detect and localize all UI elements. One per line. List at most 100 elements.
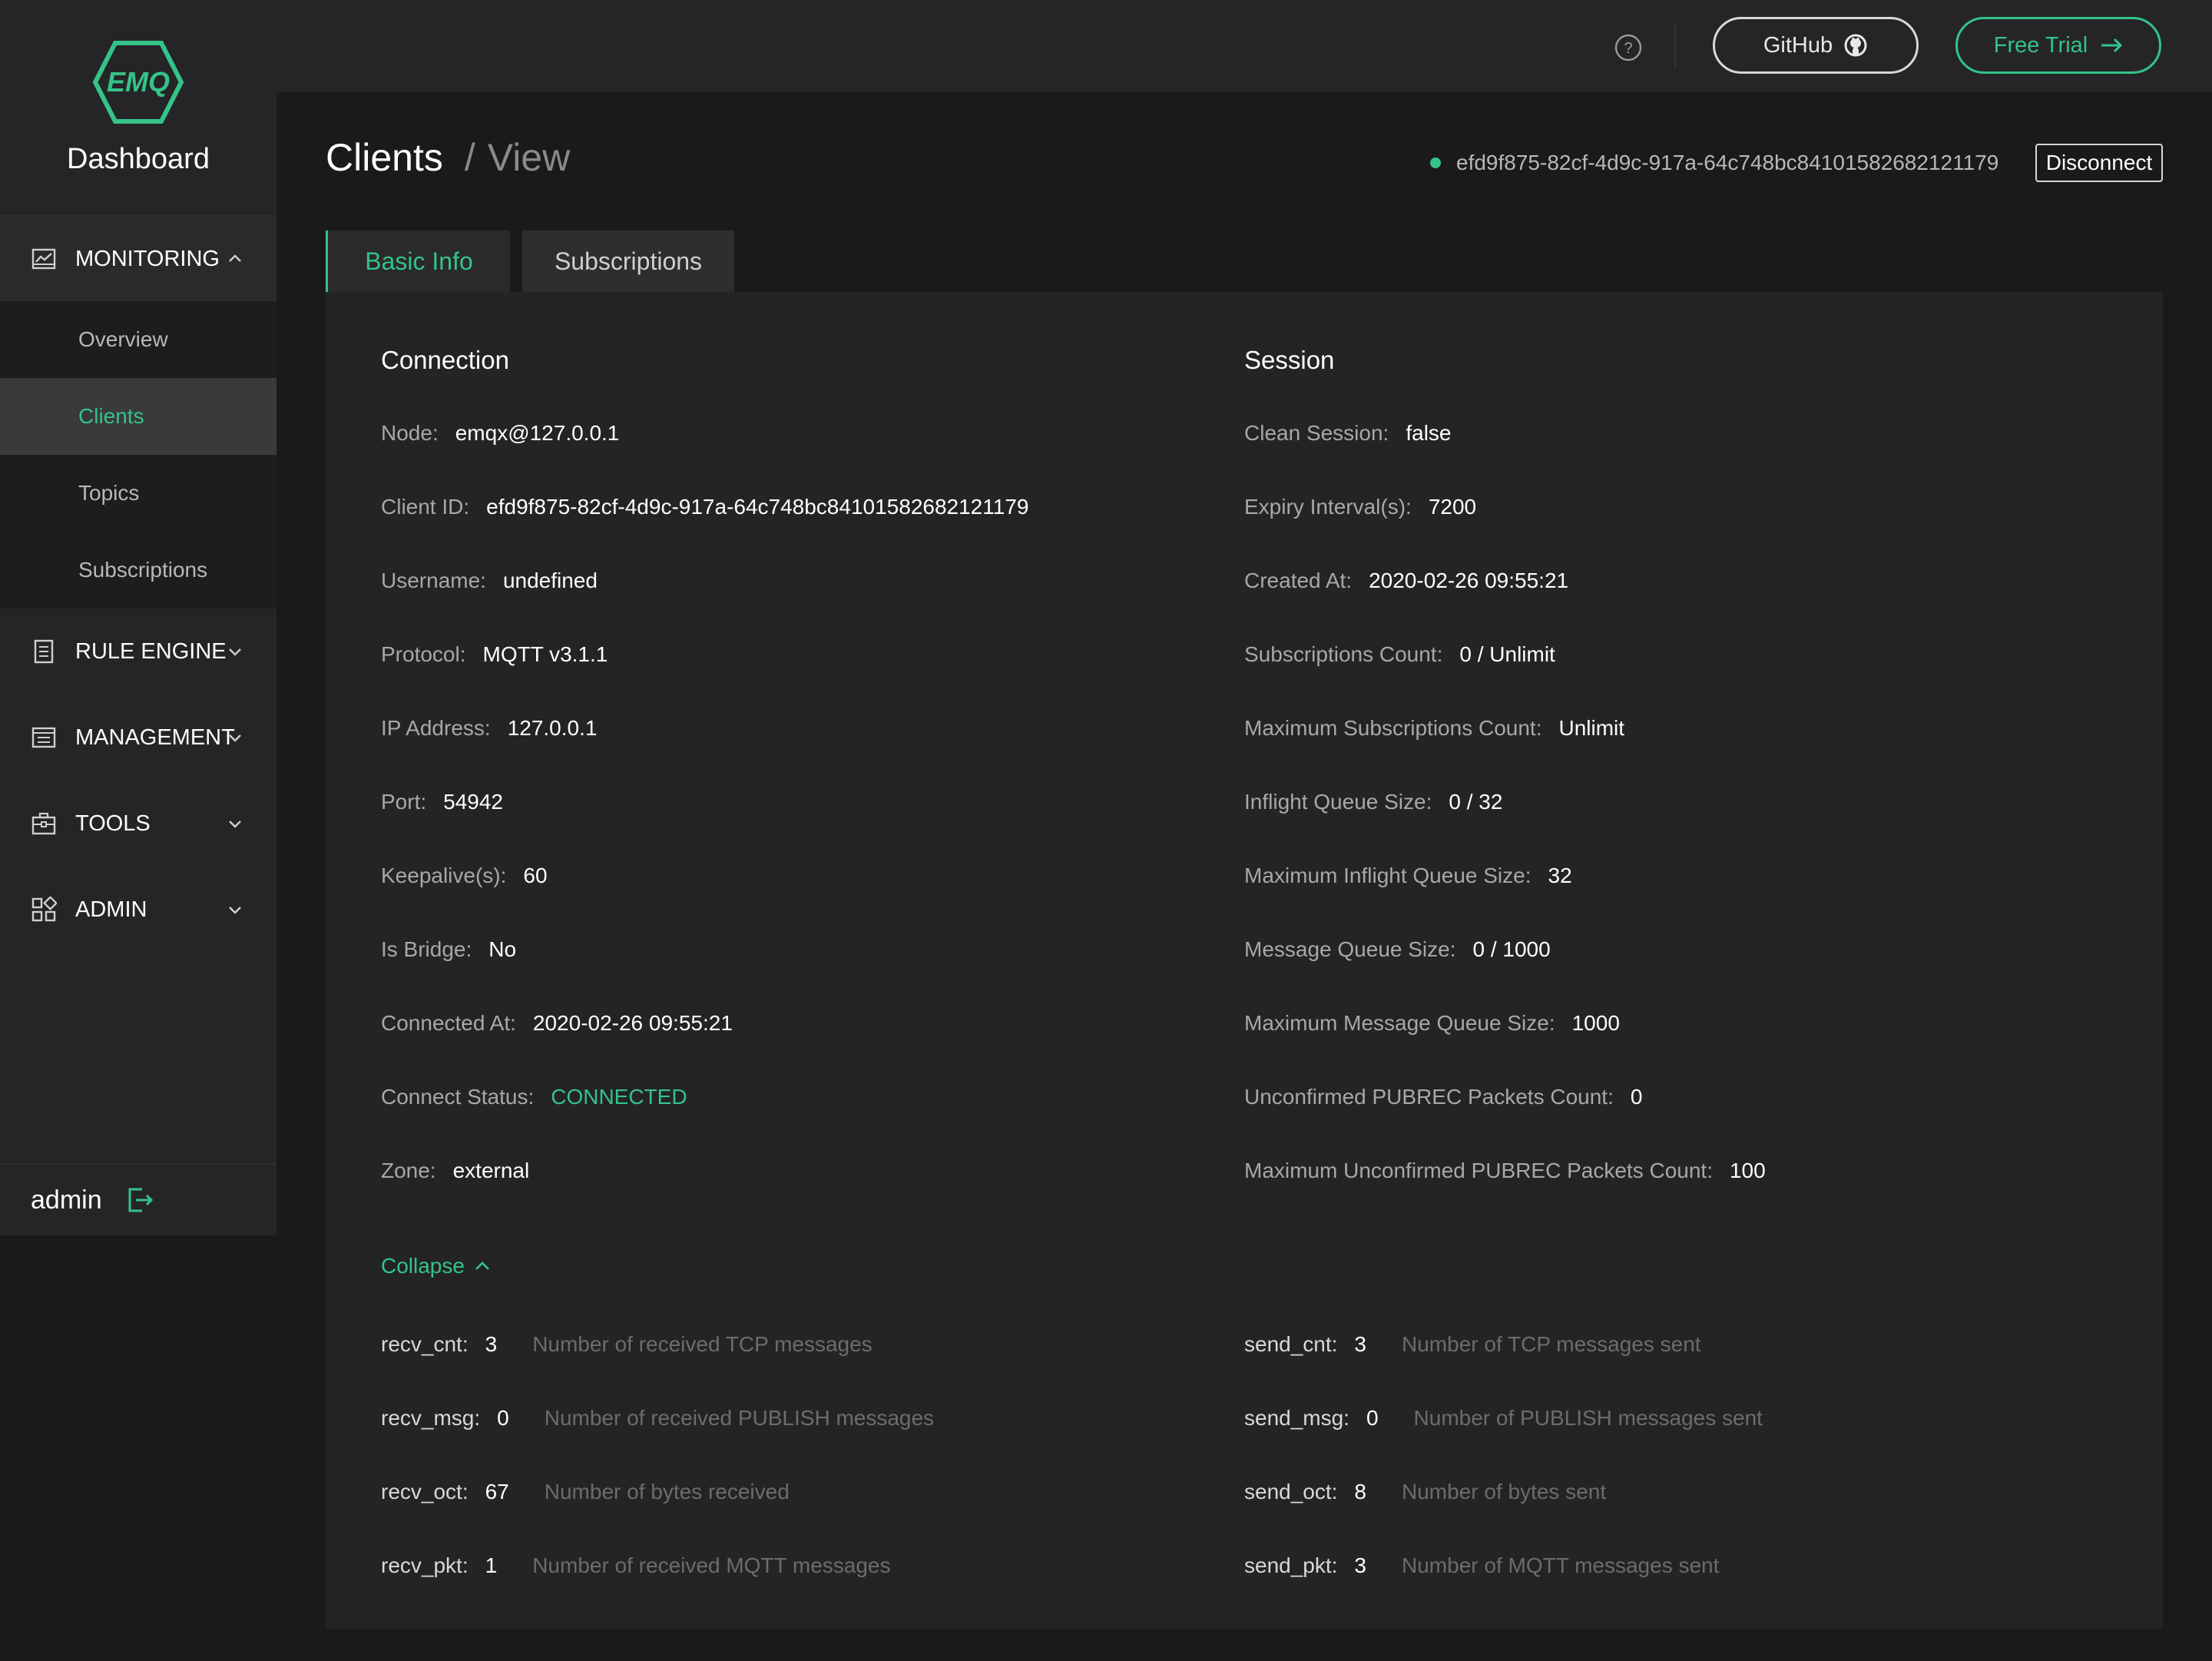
metric-recv-cnt: recv_cnt: 3 Number of received TCP message… — [381, 1332, 873, 1357]
field-value: 2020-02-26 09:55:21 — [532, 1011, 733, 1035]
menu-tools-label: TOOLS — [75, 811, 151, 836]
collapse-toggle[interactable]: Collapse — [381, 1254, 491, 1278]
metric-desc: Number of received TCP messages — [532, 1332, 873, 1356]
field-label: Subscriptions Count: — [1244, 642, 1443, 666]
chevron-down-icon — [229, 734, 241, 742]
metric-send-oct: send_oct: 8 Number of bytes sent — [1244, 1480, 1606, 1504]
chevron-up-icon — [475, 1261, 489, 1270]
metric-send-pkt: send_pkt: 3 Number of MQTT messages sent — [1244, 1553, 1719, 1578]
field-inflight-queue: Inflight Queue Size: 0 / 32 — [1244, 790, 1502, 814]
field-node: Node: emqx@127.0.0.1 — [381, 421, 619, 446]
chevron-up-icon — [229, 254, 241, 262]
menu-admin-label: ADMIN — [75, 897, 147, 922]
menu-management-label: MANAGEMENT — [75, 724, 235, 750]
metric-value: 3 — [485, 1332, 498, 1356]
username: admin — [31, 1185, 102, 1215]
breadcrumb-view: View — [487, 136, 571, 179]
field-is-bridge: Is Bridge: No — [381, 937, 516, 962]
field-message-queue: Message Queue Size: 0 / 1000 — [1244, 937, 1551, 962]
field-label: Keepalive(s): — [381, 864, 507, 887]
github-icon — [1844, 34, 1867, 57]
grid-icon — [31, 897, 57, 922]
metric-value: 67 — [485, 1480, 509, 1504]
field-port: Port: 54942 — [381, 790, 503, 814]
session-title: Session — [1244, 346, 1335, 374]
field-label: Connect Status: — [381, 1085, 535, 1109]
field-value: No — [488, 937, 517, 961]
field-value: undefined — [502, 569, 598, 592]
field-value: 100 — [1729, 1159, 1766, 1182]
field-label: Maximum Message Queue Size: — [1244, 1011, 1555, 1035]
field-value: efd9f875-82cf-4d9c-917a-64c748bc84101582… — [486, 495, 1029, 519]
field-keepalive: Keepalive(s): 60 — [381, 864, 548, 888]
metric-key: recv_cnt: — [381, 1332, 469, 1356]
list-icon — [31, 727, 56, 748]
metric-recv-msg: recv_msg: 0 Number of received PUBLISH mes… — [381, 1406, 934, 1431]
field-label: Clean Session: — [1244, 421, 1389, 445]
field-username: Username: undefined — [381, 569, 598, 593]
metric-key: send_msg: — [1244, 1406, 1349, 1430]
field-zone: Zone: external — [381, 1159, 529, 1183]
field-label: Maximum Inflight Queue Size: — [1244, 864, 1532, 887]
chevron-down-icon — [229, 821, 241, 828]
field-value: 0 — [1630, 1085, 1643, 1109]
github-label: GitHub — [1763, 32, 1833, 58]
metric-key: send_oct: — [1244, 1480, 1338, 1504]
basic-info-panel: Connection Node: emqx@127.0.0.1 Client ID… — [326, 292, 2163, 1629]
field-label: Zone: — [381, 1159, 436, 1182]
menu-rule-engine-label: RULE ENGINE — [75, 638, 227, 664]
menu-monitoring-label: MONITORING — [75, 246, 220, 271]
sidebar: EMQ Dashboard MONITORING Overview Client… — [0, 0, 276, 1235]
collapse-label: Collapse — [381, 1254, 465, 1278]
menu-admin[interactable]: ADMIN — [0, 867, 276, 953]
field-label: Expiry Interval(s): — [1244, 495, 1412, 519]
metric-send-msg: send_msg: 0 Number of PUBLISH messages sen… — [1244, 1406, 1763, 1431]
menu-monitoring[interactable]: MONITORING — [0, 217, 276, 301]
field-ip-address: IP Address: 127.0.0.1 — [381, 716, 597, 741]
field-max-subscriptions: Maximum Subscriptions Count: Unlimit — [1244, 716, 1624, 741]
breadcrumb-separator: / — [464, 136, 475, 179]
metric-value: 1 — [485, 1553, 498, 1577]
field-unconfirmed-pubrec: Unconfirmed PUBREC Packets Count: 0 — [1244, 1085, 1642, 1109]
menu-tools[interactable]: TOOLS — [0, 781, 276, 867]
free-trial-button[interactable]: Free Trial — [1955, 17, 2161, 74]
field-value: MQTT v3.1.1 — [482, 642, 608, 666]
logout-icon[interactable] — [125, 1185, 156, 1215]
connection-title: Connection — [381, 346, 509, 374]
disconnect-button[interactable]: Disconnect — [2035, 144, 2163, 182]
field-value: Unlimit — [1558, 716, 1625, 740]
user-footer: admin — [0, 1163, 276, 1235]
metric-value: 0 — [1366, 1406, 1379, 1430]
field-value: 54942 — [443, 790, 504, 814]
sidebar-item-overview[interactable]: Overview — [0, 301, 276, 378]
menu-rule-engine[interactable]: RULE ENGINE — [0, 608, 276, 695]
field-label: Maximum Subscriptions Count: — [1244, 716, 1542, 740]
metric-desc: Number of bytes sent — [1402, 1480, 1607, 1504]
field-value: emqx@127.0.0.1 — [455, 421, 620, 445]
field-label: Client ID: — [381, 495, 470, 519]
sidebar-item-subscriptions[interactable]: Subscriptions — [0, 532, 276, 608]
breadcrumb-clients[interactable]: Clients — [326, 136, 443, 179]
chevron-down-icon — [229, 648, 241, 656]
menu-management[interactable]: MANAGEMENT — [0, 695, 276, 781]
metric-recv-pkt: recv_pkt: 1 Number of received MQTT messag… — [381, 1553, 891, 1578]
connect-status-value: CONNECTED — [551, 1085, 687, 1109]
tab-basic-info[interactable]: Basic Info — [326, 230, 510, 292]
metric-value: 3 — [1354, 1553, 1366, 1577]
field-value: 32 — [1548, 864, 1572, 887]
field-label: Unconfirmed PUBREC Packets Count: — [1244, 1085, 1614, 1109]
metric-key: recv_oct: — [381, 1480, 469, 1504]
field-label: Inflight Queue Size: — [1244, 790, 1432, 814]
sidebar-item-clients[interactable]: Clients — [0, 378, 276, 455]
sidebar-item-topics[interactable]: Topics — [0, 455, 276, 532]
field-value: 0 / 32 — [1449, 790, 1503, 814]
field-label: Created At: — [1244, 569, 1353, 592]
divider — [1674, 23, 1676, 69]
tab-subscriptions[interactable]: Subscriptions — [522, 230, 734, 292]
field-label: Connected At: — [381, 1011, 516, 1035]
emq-logo[interactable]: EMQ — [92, 40, 184, 124]
field-value: 7200 — [1428, 495, 1477, 519]
help-icon[interactable]: ? — [1613, 32, 1644, 63]
github-button[interactable]: GitHub — [1713, 17, 1919, 74]
field-expiry-interval: Expiry Interval(s): 7200 — [1244, 495, 1476, 519]
